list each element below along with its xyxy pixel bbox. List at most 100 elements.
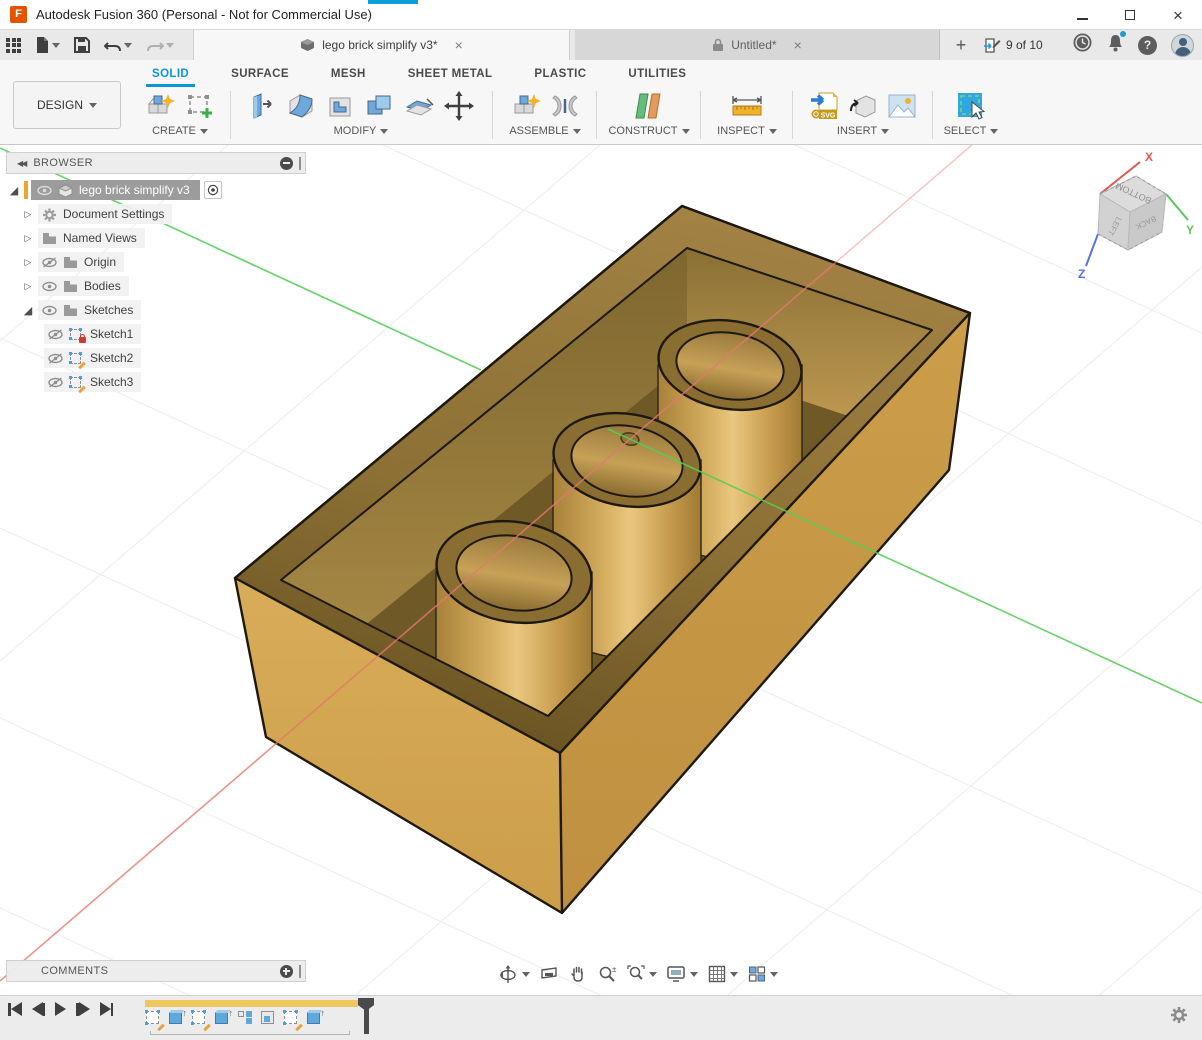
insert-mesh-icon[interactable]	[848, 91, 878, 121]
chevron-down-icon[interactable]	[690, 972, 698, 977]
insert-svg-icon[interactable]: SVG	[809, 90, 839, 122]
browser-item-sketch2[interactable]: Sketch2	[6, 346, 222, 370]
timeline-settings-gear-icon[interactable]	[1170, 1006, 1188, 1029]
maximize-button[interactable]	[1106, 0, 1154, 30]
viewport[interactable]: BOTTOM LEFT BACK X Y Z ◀◀ BROWSER ◢ lego…	[0, 0, 1202, 1040]
close-tab-icon[interactable]: ×	[794, 37, 802, 53]
expander-expanded-icon[interactable]: ◢	[20, 304, 36, 317]
timeline-feature-extrude[interactable]: ↑	[214, 1009, 232, 1027]
display-settings-button[interactable]	[666, 964, 698, 984]
timeline-feature-sketch[interactable]	[191, 1009, 209, 1027]
expander-expanded-icon[interactable]: ◢	[6, 184, 22, 197]
orbit-button[interactable]	[498, 964, 530, 985]
browser-item-sketches[interactable]: ◢ Sketches	[6, 298, 222, 322]
assemble-group-label[interactable]: ASSEMBLE	[496, 125, 594, 137]
root-component-label[interactable]: lego brick simplify v3	[79, 183, 190, 197]
viewports-button[interactable]	[747, 964, 778, 984]
ribbon-tab-solid[interactable]: SOLID	[146, 68, 195, 87]
browser-item-origin[interactable]: ▷ Origin	[6, 250, 222, 274]
zoom-button[interactable]: ±	[597, 964, 617, 984]
save-button[interactable]	[74, 37, 90, 53]
ribbon-tab-plastic[interactable]: PLASTIC	[528, 68, 592, 87]
browser-panel-header[interactable]: ◀◀ BROWSER	[6, 152, 306, 174]
close-tab-icon[interactable]: ×	[455, 37, 463, 53]
browser-item-sketch1[interactable]: Sketch1	[6, 322, 222, 346]
joint-icon[interactable]	[551, 91, 579, 121]
document-tab-inactive[interactable]: Untitled* ×	[575, 30, 940, 60]
timeline-feature-extrude[interactable]: ↑	[168, 1009, 186, 1027]
visibility-off-icon[interactable]	[48, 329, 63, 339]
expander-collapsed-icon[interactable]: ▷	[20, 233, 36, 244]
shell-icon[interactable]	[325, 91, 355, 121]
fit-button[interactable]	[626, 964, 657, 984]
panel-drag-handle[interactable]	[299, 965, 302, 978]
app-launcher-icon[interactable]	[6, 38, 21, 53]
close-button[interactable]: ×	[1154, 0, 1202, 30]
collapse-panel-icon[interactable]: ◀◀	[17, 159, 25, 168]
combine-icon[interactable]	[364, 91, 394, 121]
panel-drag-handle[interactable]	[299, 157, 302, 170]
visibility-off-icon[interactable]	[48, 353, 63, 363]
visibility-off-icon[interactable]	[42, 257, 57, 267]
expander-collapsed-icon[interactable]: ▷	[20, 257, 36, 268]
ribbon-tab-sheet-metal[interactable]: SHEET METAL	[402, 68, 499, 87]
redo-button[interactable]	[146, 38, 174, 53]
construct-plane-icon[interactable]	[632, 90, 666, 122]
add-comment-icon[interactable]	[280, 965, 293, 978]
step-back-button[interactable]	[32, 1002, 46, 1016]
new-solid-icon[interactable]	[146, 91, 176, 121]
construct-group-label[interactable]: CONSTRUCT	[600, 125, 698, 137]
document-tab-active[interactable]: lego brick simplify v3* ×	[193, 30, 570, 60]
view-cube[interactable]: BOTTOM LEFT BACK X Y Z	[1048, 148, 1198, 288]
file-menu-button[interactable]	[35, 36, 60, 54]
move-icon[interactable]	[444, 91, 474, 121]
browser-root-row[interactable]: ◢ lego brick simplify v3	[6, 178, 222, 202]
help-button[interactable]: ?	[1138, 36, 1157, 55]
visibility-off-icon[interactable]	[48, 377, 63, 387]
avatar[interactable]	[1171, 34, 1194, 57]
select-icon[interactable]	[955, 90, 987, 122]
press-pull-icon[interactable]	[249, 91, 277, 121]
measure-icon[interactable]	[729, 92, 765, 120]
visibility-icon[interactable]	[37, 185, 52, 195]
go-to-end-button[interactable]	[100, 1002, 114, 1016]
comments-panel-header[interactable]: COMMENTS	[6, 960, 306, 982]
browser-item-bodies[interactable]: ▷ Bodies	[6, 274, 222, 298]
canvas-icon[interactable]	[887, 92, 917, 120]
visibility-icon[interactable]	[42, 305, 57, 315]
ribbon-tab-mesh[interactable]: MESH	[325, 68, 372, 87]
visibility-icon[interactable]	[42, 281, 57, 291]
create-sketch-icon[interactable]	[185, 91, 215, 121]
chevron-down-icon[interactable]	[730, 972, 738, 977]
look-at-button[interactable]	[539, 964, 559, 984]
job-status-button[interactable]	[1072, 32, 1093, 58]
offset-face-icon[interactable]	[403, 91, 435, 121]
play-button[interactable]	[55, 1002, 66, 1016]
new-component-icon[interactable]	[512, 91, 542, 121]
hide-panel-icon[interactable]	[280, 157, 293, 170]
workspace-switcher[interactable]: DESIGN	[13, 81, 121, 129]
timeline-feature-shell[interactable]	[260, 1009, 278, 1027]
timeline-feature-pattern[interactable]	[237, 1009, 255, 1027]
undo-button[interactable]	[104, 38, 132, 53]
step-forward-button[interactable]	[76, 1002, 90, 1016]
activate-component-radio[interactable]	[204, 181, 222, 199]
timeline-feature-sketch[interactable]	[283, 1009, 301, 1027]
insert-group-label[interactable]: INSERT	[796, 125, 930, 137]
modify-group-label[interactable]: MODIFY	[232, 125, 490, 137]
browser-item-document-settings[interactable]: ▷Document Settings	[6, 202, 222, 226]
browser-item-sketch3[interactable]: Sketch3	[6, 370, 222, 394]
timeline-marker-range[interactable]	[145, 1000, 358, 1007]
expander-collapsed-icon[interactable]: ▷	[20, 209, 36, 220]
grid-snap-button[interactable]	[707, 964, 738, 984]
chevron-down-icon[interactable]	[522, 972, 530, 977]
browser-item-named-views[interactable]: ▷Named Views	[6, 226, 222, 250]
timeline-scrubber[interactable]	[358, 998, 376, 1036]
chevron-down-icon[interactable]	[649, 972, 657, 977]
fillet-icon[interactable]	[286, 91, 316, 121]
chevron-down-icon[interactable]	[770, 972, 778, 977]
notifications-button[interactable]	[1107, 33, 1124, 57]
save-counter[interactable]: 9 of 10	[982, 30, 1043, 60]
create-group-label[interactable]: CREATE	[132, 125, 228, 137]
go-to-start-button[interactable]	[8, 1002, 22, 1016]
